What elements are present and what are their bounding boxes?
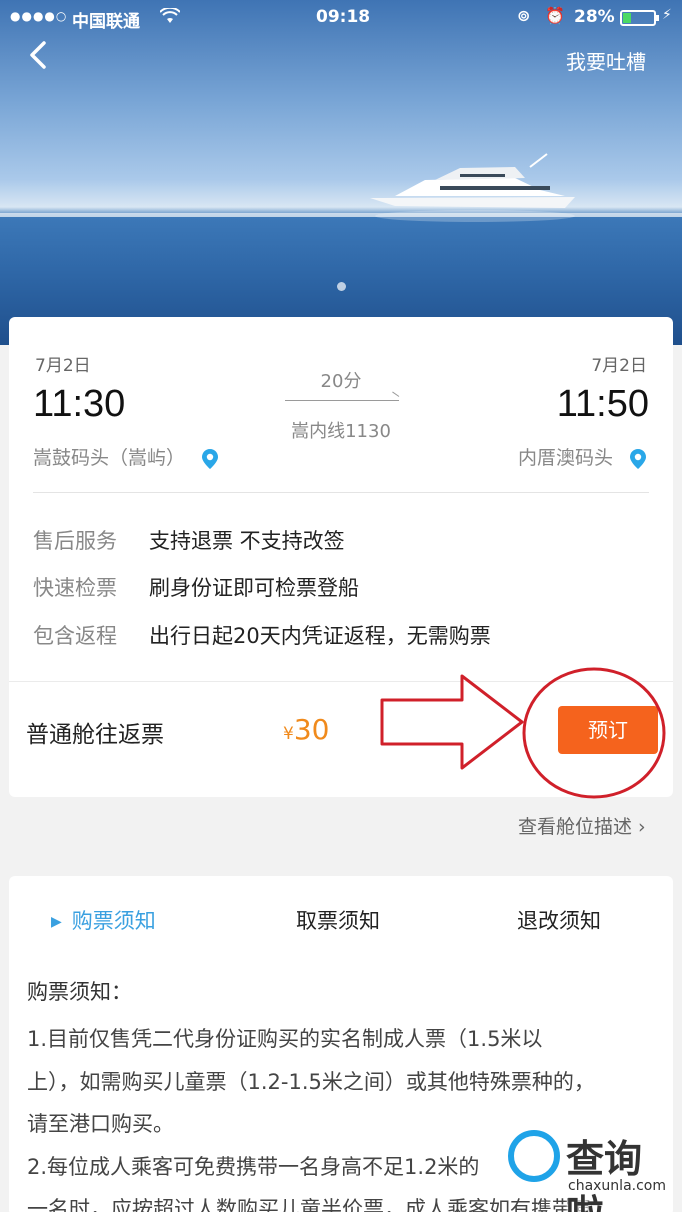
arrive-time: 11:50 (556, 383, 649, 425)
status-bar: ●●●●○ 中国联通 09:18 ⊚ ⏰ 28% ⚡ (0, 0, 682, 36)
price-value: 30 (293, 713, 330, 746)
wifi-icon (159, 6, 181, 28)
clock: 09:18 (316, 7, 371, 27)
notice-line: 1.目前仅售凭二代身份证购买的实名制成人票（1.5米以 (27, 1027, 543, 1051)
watermark-url: chaxunla.com (568, 1178, 666, 1194)
yacht-illustration (370, 153, 575, 222)
info-value: 出行日起20天内凭证返程，无需购票 (149, 624, 491, 648)
carrier-name: 中国联通 (72, 12, 140, 32)
depart-time: 11:30 (33, 383, 126, 425)
carousel-dot (337, 282, 346, 291)
depart-port-name: 嵩鼓码头（嵩屿） (33, 447, 186, 469)
info-label: 包含返程 (33, 624, 117, 648)
charging-icon: ⚡ (662, 7, 672, 23)
info-label: 快速检票 (33, 576, 117, 600)
info-row-after-sale: 售后服务 支持退票 不支持改签 (33, 525, 345, 555)
triangle-right-icon: ▶ (51, 914, 62, 930)
divider (33, 492, 649, 493)
cabin-description-link[interactable]: 查看舱位描述 › (518, 812, 646, 839)
fare-price: ¥30 (283, 713, 329, 746)
alarm-icon: ⏰ (545, 6, 565, 25)
arrow-right-icon (285, 400, 399, 401)
info-value: 支持退票 不支持改签 (149, 529, 345, 553)
arrive-port[interactable]: 内厝澳码头 (518, 443, 647, 470)
route-number: 嵩内线1130 (291, 421, 391, 442)
info-row-return: 包含返程 出行日起20天内凭证返程，无需购票 (33, 620, 491, 650)
info-row-quick-check: 快速检票 刷身份证即可检票登船 (33, 572, 359, 602)
tab-label: 购票须知 (71, 909, 156, 933)
depart-date: 7月2日 (35, 356, 91, 376)
watermark: 查询啦 chaxunla.com (508, 1126, 678, 1212)
signal-strength: ●●●●○ (10, 9, 68, 23)
notice-title: 购票须知： (27, 980, 132, 1004)
info-label: 售后服务 (33, 529, 117, 553)
tab-pickup-notice[interactable]: 取票须知 (296, 905, 380, 935)
back-button[interactable] (28, 40, 48, 76)
rotation-lock-icon: ⊚ (517, 6, 531, 25)
arrive-port-name: 内厝澳码头 (517, 447, 613, 469)
info-value: 刷身份证即可检票登船 (149, 576, 359, 600)
tab-refund-notice[interactable]: 退改须知 (517, 905, 601, 935)
currency-symbol: ¥ (283, 724, 294, 744)
fare-name: 普通舱往返票 (26, 722, 164, 748)
battery-fill (623, 13, 631, 23)
trip-duration: 20分 (320, 371, 362, 392)
watermark-text: 查询啦 (566, 1137, 643, 1212)
battery-percent: 28% (574, 7, 615, 27)
chevron-left-icon (30, 41, 46, 69)
watermark-logo-icon (508, 1130, 560, 1182)
notice-line: 上），如需购买儿童票（1.2-1.5米之间）或其他特殊票种的， (27, 1069, 595, 1094)
arrive-date: 7月2日 (591, 356, 647, 376)
tab-purchase-notice[interactable]: ▶ 购票须知 (51, 905, 156, 935)
feedback-button[interactable]: 我要吐槽 (566, 46, 646, 75)
location-pin-icon (202, 448, 219, 469)
battery-icon (620, 10, 659, 26)
annotation-arrow-circle (380, 667, 666, 799)
location-pin-icon (630, 448, 646, 469)
depart-port[interactable]: 嵩鼓码头（嵩屿） (33, 443, 219, 470)
